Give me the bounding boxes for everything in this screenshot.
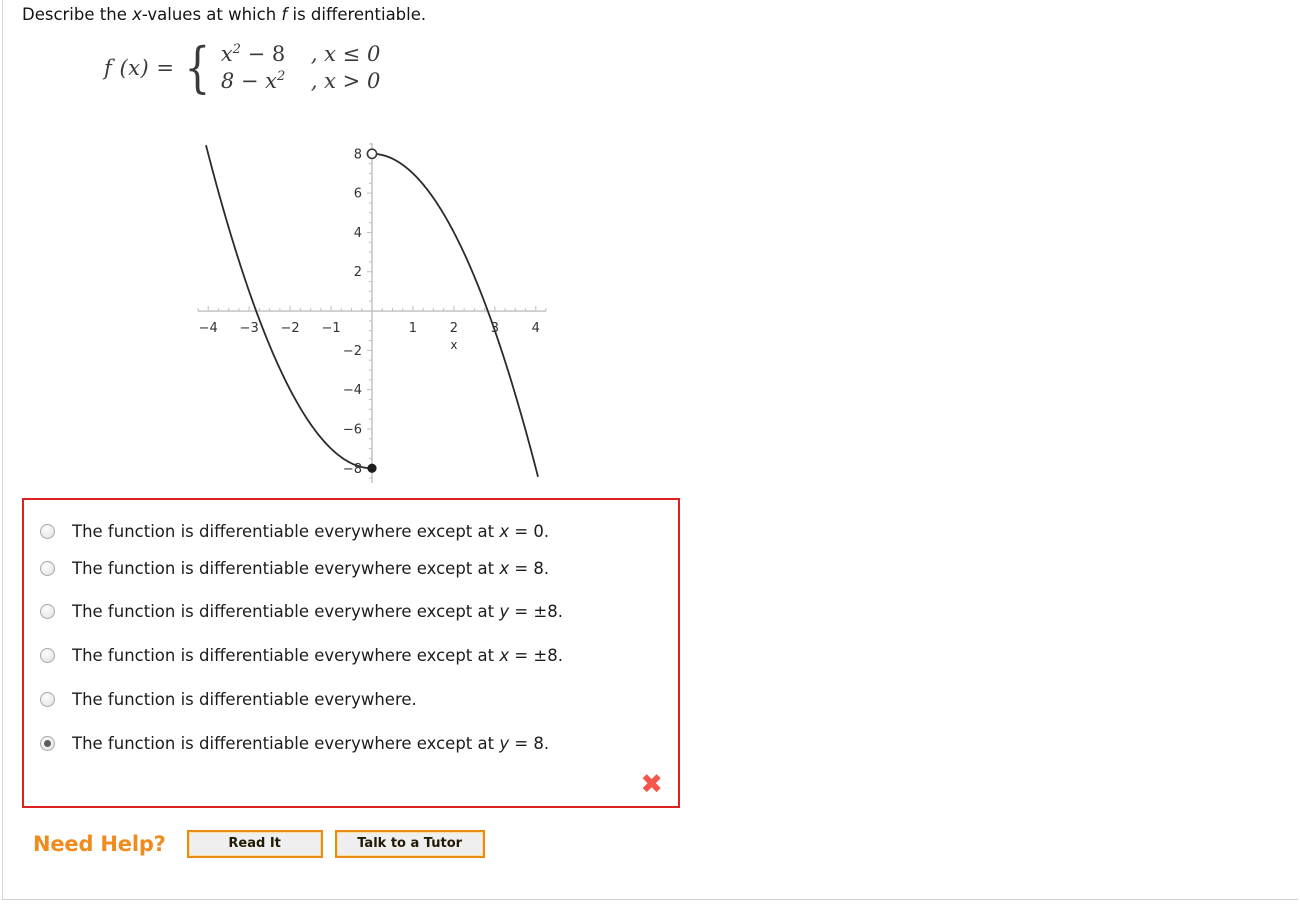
formula-case-2-condition: , x > 0 (310, 68, 381, 93)
option-value: = ±8. (509, 601, 563, 621)
option-variable: y (499, 733, 510, 753)
closed-endpoint-marker (367, 463, 377, 473)
option-text: The function is differentiable everywher… (72, 689, 417, 709)
case1-exponent: 2 (232, 42, 241, 57)
x-tick-label: 4 (532, 321, 540, 336)
left-brace-glyph: { (184, 35, 211, 99)
question-suffix: is differentiable. (287, 5, 427, 24)
y-tick-label: −4 (343, 383, 362, 398)
piecewise-function-formula: f (x) = { x2 − 8 , x ≤ 0 8 − x2 , x > 0 (104, 35, 381, 99)
formula-case-1-expression: x2 − 8 (221, 42, 307, 67)
option-row[interactable]: The function is differentiable everywher… (40, 599, 563, 623)
case2-base: 8 − x (220, 68, 277, 93)
y-tick-label: 8 (354, 147, 362, 162)
question-prompt: Describe the x-values at which f is diff… (22, 4, 426, 26)
x-tick-label: −4 (199, 321, 218, 336)
x-tick-label: −3 (240, 321, 259, 336)
need-help-label: Need Help? (33, 832, 166, 856)
option-label-2: The function is differentiable everywher… (55, 559, 549, 578)
option-text: The function is differentiable everywher… (72, 733, 500, 753)
y-tick-label: 6 (354, 187, 362, 202)
option-variable: x (499, 645, 510, 665)
option-label-1: The function is differentiable everywher… (55, 522, 549, 541)
option-value: = 8. (509, 558, 550, 578)
x-axis-label: x (450, 338, 457, 352)
x-tick-label: −2 (281, 321, 300, 336)
option-text: The function is differentiable everywher… (72, 558, 500, 578)
radio-option-4[interactable] (40, 647, 55, 663)
option-row[interactable]: The function is differentiable everywher… (40, 556, 549, 580)
formula-case-2-expression: 8 − x2 (221, 69, 307, 94)
formula-case-1: x2 − 8 , x ≤ 0 (221, 42, 381, 67)
case1-base: x (220, 42, 233, 66)
y-tick-label: −6 (343, 422, 362, 437)
option-label-5: The function is differentiable everywher… (55, 690, 417, 709)
radio-option-2[interactable] (40, 560, 55, 576)
question-mid: -values at which (141, 5, 282, 24)
y-tick-label: −2 (343, 344, 362, 359)
question-var-x: x (132, 5, 142, 24)
case2-exponent: 2 (276, 68, 286, 84)
option-text: The function is differentiable everywher… (72, 521, 500, 541)
read-it-button[interactable]: Read It (186, 830, 323, 858)
radio-option-1[interactable] (40, 523, 55, 539)
option-row[interactable]: The function is differentiable everywher… (40, 687, 417, 711)
curve-left-branch (205, 144, 373, 470)
formula-cases: x2 − 8 , x ≤ 0 8 − x2 , x > 0 (217, 42, 381, 94)
x-tick-label: −1 (321, 321, 340, 336)
option-row[interactable]: The function is differentiable everywher… (40, 731, 549, 755)
option-row[interactable]: The function is differentiable everywher… (40, 519, 549, 543)
open-endpoint-marker (366, 148, 378, 160)
option-value: = 8. (509, 733, 550, 753)
option-row[interactable]: The function is differentiable everywher… (40, 643, 563, 667)
option-variable: x (499, 521, 510, 541)
option-text: The function is differentiable everywher… (72, 645, 500, 665)
option-variable: x (499, 558, 510, 578)
x-tick-label: 2 (450, 321, 458, 336)
y-tick-label: 4 (354, 226, 362, 241)
radio-option-3[interactable] (40, 603, 55, 619)
x-tick-label: 1 (409, 321, 417, 336)
talk-to-a-tutor-button[interactable]: Talk to a Tutor (334, 830, 485, 858)
option-label-3: The function is differentiable everywher… (55, 602, 563, 621)
need-help-section: Need Help? Read It Talk to a Tutor (33, 830, 497, 858)
answer-options-box: The function is differentiable everywher… (22, 498, 680, 808)
function-graph: −4 −3 −2 −1 1 2 3 4 8 6 4 2 −2 −4 −6 −8 x (170, 128, 570, 500)
radio-option-6[interactable] (40, 735, 55, 751)
question-prefix: Describe the (22, 5, 133, 24)
incorrect-answer-icon: ✖ (640, 769, 663, 800)
formula-case-2: 8 − x2 , x > 0 (221, 69, 381, 94)
option-label-4: The function is differentiable everywher… (55, 646, 563, 665)
graph-svg: −4 −3 −2 −1 1 2 3 48642−2−4−6−8x (197, 142, 547, 484)
option-variable: y (499, 601, 510, 621)
option-text: The function is differentiable everywher… (72, 601, 500, 621)
option-value: = 0. (509, 521, 550, 541)
y-tick-label: 2 (354, 265, 362, 280)
formula-lhs: f (x) = (104, 55, 175, 80)
case1-rest: − 8 (240, 42, 286, 66)
formula-case-1-condition: , x ≤ 0 (310, 42, 381, 66)
curve-right-branch (371, 152, 539, 478)
option-value: = ±8. (509, 645, 563, 665)
radio-option-5[interactable] (40, 691, 55, 707)
option-label-6: The function is differentiable everywher… (55, 734, 549, 753)
